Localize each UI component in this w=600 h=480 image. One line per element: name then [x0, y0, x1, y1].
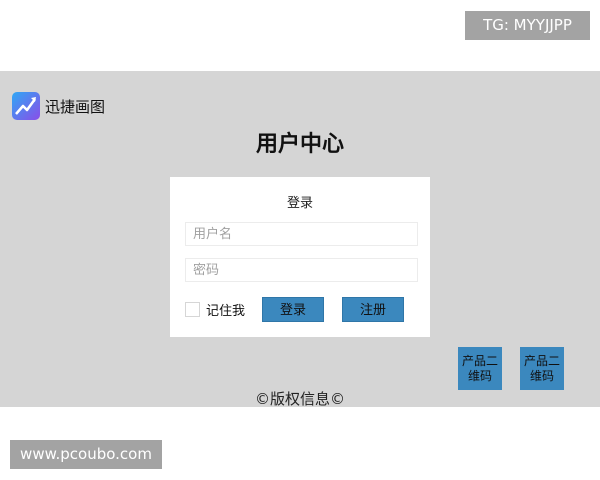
logo-text: 迅捷画图 [45, 97, 106, 116]
password-input[interactable] [185, 258, 418, 282]
chart-trend-icon [12, 92, 40, 120]
register-button[interactable]: 注册 [342, 297, 404, 322]
remember-me[interactable]: 记住我 [185, 300, 245, 319]
username-input[interactable] [185, 222, 418, 246]
login-button[interactable]: 登录 [262, 297, 324, 322]
watermark-bottom: www.pcoubo.com [10, 440, 162, 469]
design-canvas: 迅捷画图 用户中心 登录 记住我 登录 注册 产品二维码 产品二维码 ©版权信息… [0, 71, 600, 408]
copyright-text: ©版权信息© [254, 390, 345, 408]
product-qr-code-2[interactable]: 产品二维码 [520, 347, 564, 390]
login-card: 登录 记住我 登录 注册 [170, 177, 430, 337]
page-title: 用户中心 [255, 132, 344, 157]
page: TG: MYYJJPP 迅捷画图 用户中心 登录 用户名 记住我 登录 注册 产… [0, 0, 600, 480]
login-title: 登录 [286, 196, 313, 211]
product-qr-code-1[interactable]: 产品二维码 [458, 347, 502, 390]
remember-checkbox[interactable] [185, 302, 200, 317]
watermark-top: TG: MYYJJPP [465, 11, 590, 40]
logo: 迅捷画图 [12, 91, 105, 121]
remember-label: 记住我 [206, 304, 246, 319]
